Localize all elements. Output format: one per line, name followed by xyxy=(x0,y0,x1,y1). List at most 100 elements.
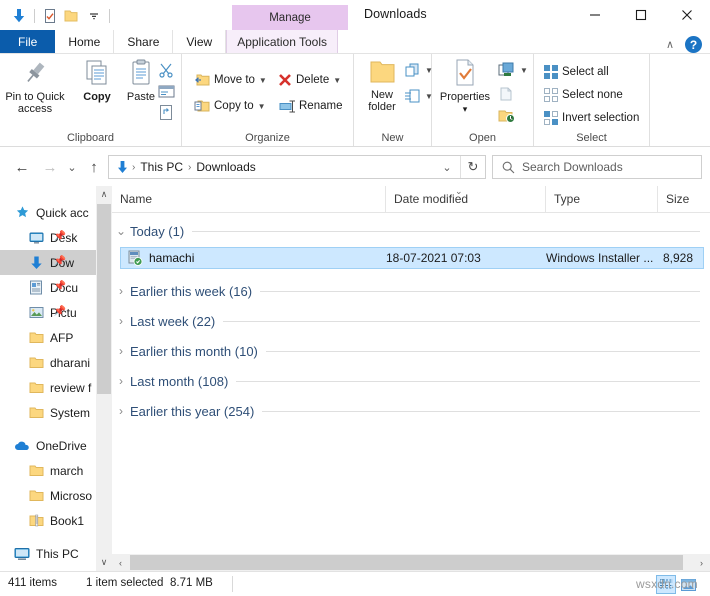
sidebar-item-pictures[interactable]: Pictu 📌 xyxy=(0,300,96,325)
group-header-label: Last month (108) xyxy=(130,373,229,389)
chevron-right-icon[interactable]: › xyxy=(112,344,130,358)
new-folder-icon[interactable] xyxy=(61,5,83,27)
ribbon-group-new: New folder ▼ ▼ New xyxy=(354,54,433,146)
file-list-horizontal-scrollbar[interactable]: ‹ › xyxy=(112,554,710,571)
sidebar-item-documents[interactable]: Docu 📌 xyxy=(0,275,96,300)
recent-locations-button[interactable]: ⌄ xyxy=(60,155,84,179)
sidebar-item-book1[interactable]: Book1 xyxy=(0,508,96,533)
sidebar-item-afp[interactable]: AFP xyxy=(0,325,96,350)
copy-to-button[interactable]: Copy to ▼ xyxy=(194,96,266,116)
back-button[interactable]: ← xyxy=(10,155,34,179)
edit-button[interactable] xyxy=(498,84,514,104)
column-header-row: Name ⌄ Date modified Type Size xyxy=(112,186,710,213)
downloads-icon[interactable] xyxy=(8,5,30,27)
sidebar-label: Book1 xyxy=(50,513,85,528)
chevron-down-icon[interactable]: ▼ xyxy=(258,102,266,111)
tab-file[interactable]: File xyxy=(0,30,56,54)
horizontal-scroll-thumb[interactable] xyxy=(130,555,683,570)
new-item-button[interactable]: ▼ xyxy=(404,60,433,80)
sidebar-item-downloads[interactable]: Dow 📌 xyxy=(0,250,96,275)
group-header-label: Earlier this year (254) xyxy=(130,403,255,419)
download-icon xyxy=(28,255,44,271)
table-row[interactable]: hamachi 18-07-2021 07:03 Windows Install… xyxy=(120,247,704,269)
new-folder-button[interactable]: New folder xyxy=(356,58,408,124)
tab-application-tools[interactable]: Application Tools xyxy=(226,30,339,54)
sidebar-item-quick-access[interactable]: Quick acc xyxy=(0,200,96,225)
invert-selection-button[interactable]: Invert selection xyxy=(544,108,639,128)
scroll-down-arrow-icon[interactable]: ∨ xyxy=(96,554,112,571)
chevron-down-icon[interactable]: ▼ xyxy=(520,66,528,75)
search-input[interactable]: Search Downloads xyxy=(522,160,623,174)
chevron-right-icon[interactable]: › xyxy=(112,284,130,298)
group-header-earlier-this-year[interactable]: › Earlier this year (254) xyxy=(112,396,710,426)
scroll-up-arrow-icon[interactable]: ∧ xyxy=(96,186,112,203)
history-button[interactable] xyxy=(498,106,516,126)
sidebar-item-this-pc[interactable]: This PC xyxy=(0,541,96,566)
chevron-down-icon[interactable]: ⌄ xyxy=(112,224,130,238)
customize-icon[interactable] xyxy=(83,5,105,27)
sidebar-item-desktop[interactable]: Desk 📌 xyxy=(0,225,96,250)
chevron-down-icon[interactable]: ▼ xyxy=(259,76,267,85)
sidebar-label: dharani xyxy=(50,355,91,370)
group-header-last-week[interactable]: › Last week (22) xyxy=(112,306,710,336)
cut-button[interactable] xyxy=(158,60,174,80)
scroll-left-arrow-icon[interactable]: ‹ xyxy=(112,554,129,571)
file-date-modified-cell: 18-07-2021 07:03 xyxy=(386,251,481,265)
column-header-type[interactable]: Type xyxy=(545,186,657,212)
select-all-button[interactable]: Select all xyxy=(544,62,609,82)
downloads-breadcrumb-icon[interactable] xyxy=(113,160,131,175)
column-header-date-modified[interactable]: ⌄ Date modified xyxy=(385,186,545,212)
maximize-button[interactable] xyxy=(618,0,664,30)
chevron-right-icon[interactable]: › xyxy=(112,374,130,388)
help-button[interactable]: ? xyxy=(685,36,702,53)
sidebar-scroll-thumb[interactable] xyxy=(97,204,111,394)
tab-view[interactable]: View xyxy=(173,30,227,54)
open-with-button[interactable]: ▼ xyxy=(498,60,528,80)
group-header-today[interactable]: ⌄ Today (1) xyxy=(112,216,710,246)
paste-shortcut-button[interactable] xyxy=(158,102,174,122)
select-none-button[interactable]: Select none xyxy=(544,85,623,105)
delete-button[interactable]: Delete ▼ xyxy=(278,70,341,90)
sidebar-item-dharani[interactable]: dharani xyxy=(0,350,96,375)
properties-icon[interactable] xyxy=(39,5,61,27)
group-header-earlier-this-month[interactable]: › Earlier this month (10) xyxy=(112,336,710,366)
copy-path-button[interactable] xyxy=(158,82,175,102)
pin-to-quick-access-button[interactable]: Pin to Quick access xyxy=(4,58,66,124)
minimize-button[interactable] xyxy=(572,0,618,30)
rename-button[interactable]: Rename xyxy=(278,96,342,116)
breadcrumb-dropdown-button[interactable]: ⌄ xyxy=(435,156,459,178)
sidebar-item-system[interactable]: System xyxy=(0,400,96,425)
group-header-earlier-this-week[interactable]: › Earlier this week (16) xyxy=(112,276,710,306)
group-header-last-month[interactable]: › Last month (108) xyxy=(112,366,710,396)
forward-button[interactable]: → xyxy=(38,155,62,179)
group-header-rule xyxy=(236,380,700,382)
tab-share[interactable]: Share xyxy=(114,30,174,54)
new-folder-icon xyxy=(366,58,398,86)
paste-label: Paste xyxy=(126,91,156,103)
sidebar-scrollbar[interactable]: ∧ ∨ xyxy=(96,186,112,571)
properties-caret[interactable]: ▾ xyxy=(463,103,468,115)
easy-access-button[interactable]: ▼ xyxy=(404,86,433,106)
close-button[interactable] xyxy=(664,0,710,30)
breadcrumb-this-pc[interactable]: This PC xyxy=(136,160,187,174)
breadcrumb-bar[interactable]: › This PC › Downloads ⌄ ↻ xyxy=(108,155,486,179)
move-to-button[interactable]: Move to ▼ xyxy=(194,70,267,90)
properties-button[interactable]: Properties ▾ xyxy=(432,58,498,124)
tab-home[interactable]: Home xyxy=(55,30,115,54)
chevron-right-icon[interactable]: › xyxy=(112,404,130,418)
sidebar-item-onedrive[interactable]: OneDrive xyxy=(0,433,96,458)
sidebar-item-microsoft[interactable]: Microso xyxy=(0,483,96,508)
chevron-down-icon[interactable]: ▼ xyxy=(333,76,341,85)
collapse-ribbon-button[interactable]: ∧ xyxy=(666,38,674,51)
up-button[interactable]: ↑ xyxy=(82,155,106,179)
sidebar-item-review-f[interactable]: review f xyxy=(0,375,96,400)
breadcrumb-downloads[interactable]: Downloads xyxy=(192,160,259,174)
search-box[interactable]: Search Downloads xyxy=(492,155,702,179)
msi-installer-icon xyxy=(127,250,143,266)
refresh-button[interactable]: ↻ xyxy=(460,156,485,178)
column-header-size[interactable]: Size xyxy=(657,186,710,212)
scroll-right-arrow-icon[interactable]: › xyxy=(693,554,710,571)
chevron-right-icon[interactable]: › xyxy=(112,314,130,328)
column-header-name[interactable]: Name xyxy=(112,186,385,212)
sidebar-item-march[interactable]: march xyxy=(0,458,96,483)
